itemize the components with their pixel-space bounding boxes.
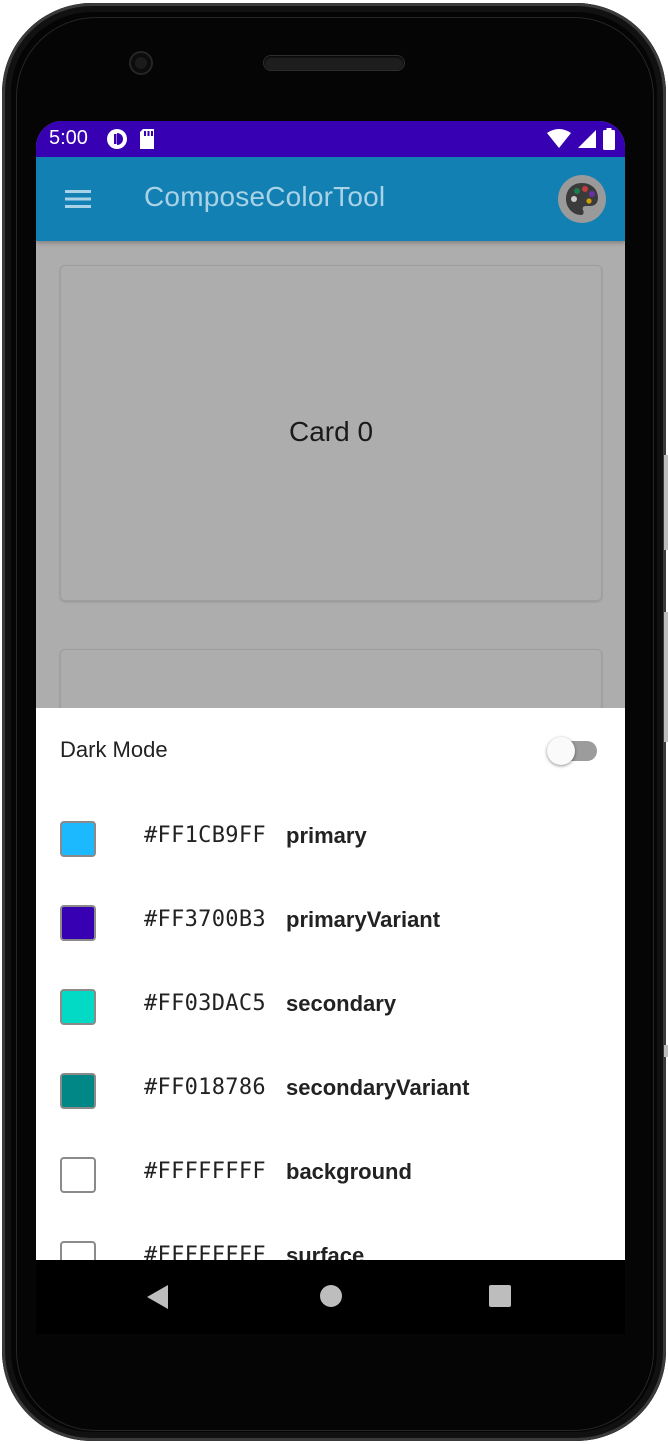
color-swatch <box>60 905 96 941</box>
dark-mode-switch[interactable] <box>547 736 599 766</box>
status-time: 5:00 <box>49 127 88 149</box>
color-name: primaryVariant <box>286 907 441 932</box>
color-row-secondary-variant[interactable]: #FF018786 secondaryVariant <box>36 1062 625 1122</box>
switch-thumb <box>547 737 575 765</box>
color-swatch <box>60 821 96 857</box>
battery-icon <box>603 128 615 150</box>
sd-card-icon <box>140 129 154 149</box>
home-circle-icon[interactable] <box>319 1284 343 1308</box>
top-app-bar: ComposeColorTool <box>36 157 625 241</box>
back-triangle-icon[interactable] <box>146 1284 170 1310</box>
color-name: background <box>286 1159 412 1184</box>
color-swatch <box>60 1157 96 1193</box>
power-button <box>664 612 668 742</box>
color-swatch <box>60 989 96 1025</box>
earpiece-speaker <box>264 56 404 70</box>
app-title: ComposeColorTool <box>144 181 386 212</box>
notification-app-icon <box>107 129 127 149</box>
color-name: primary <box>286 823 367 848</box>
color-row-secondary[interactable]: #FF03DAC5 secondary <box>36 978 625 1038</box>
card-label: Card 0 <box>288 416 374 447</box>
color-hex: #FFFFFFFF <box>144 1159 266 1184</box>
color-hex: #FF018786 <box>144 1075 266 1100</box>
color-row-primary-variant[interactable]: #FF3700B3 primaryVariant <box>36 894 625 954</box>
color-row-surface[interactable]: #FFFFFFFF surface <box>36 1230 625 1260</box>
color-hex: #FF1CB9FF <box>144 823 266 848</box>
color-row-background[interactable]: #FFFFFFFF background <box>36 1146 625 1206</box>
status-bar: 5:00 <box>36 121 625 157</box>
wifi-icon <box>547 129 571 148</box>
recents-square-icon[interactable] <box>488 1284 512 1308</box>
color-name: surface <box>286 1243 365 1260</box>
menu-icon[interactable] <box>62 187 94 211</box>
color-hex: #FFFFFFFF <box>144 1243 266 1260</box>
color-bottom-sheet: Dark Mode #FF1CB9FF primary #FF3700B3 pr… <box>36 708 625 1260</box>
color-swatch <box>60 1241 96 1260</box>
screen: 5:00 ComposeColorTool Card 0 Dark Mode #… <box>36 121 625 1260</box>
color-hex: #FF3700B3 <box>144 907 266 932</box>
status-left-icons <box>106 128 156 150</box>
side-sensor <box>664 1045 668 1057</box>
card-0[interactable]: Card 0 <box>60 265 602 601</box>
palette-icon <box>566 183 598 215</box>
color-row-primary[interactable]: #FF1CB9FF primary <box>36 810 625 870</box>
front-camera-icon <box>131 53 151 73</box>
color-name: secondary <box>286 991 397 1016</box>
status-right-icons <box>547 128 615 150</box>
color-swatch <box>60 1073 96 1109</box>
cell-signal-icon <box>578 130 596 148</box>
color-name: secondaryVariant <box>286 1075 470 1100</box>
navigation-bar <box>36 1260 625 1334</box>
color-hex: #FF03DAC5 <box>144 991 266 1016</box>
palette-button[interactable] <box>558 175 606 223</box>
dark-mode-label: Dark Mode <box>60 737 168 762</box>
dark-mode-row: Dark Mode <box>36 708 625 792</box>
volume-button <box>664 455 668 550</box>
